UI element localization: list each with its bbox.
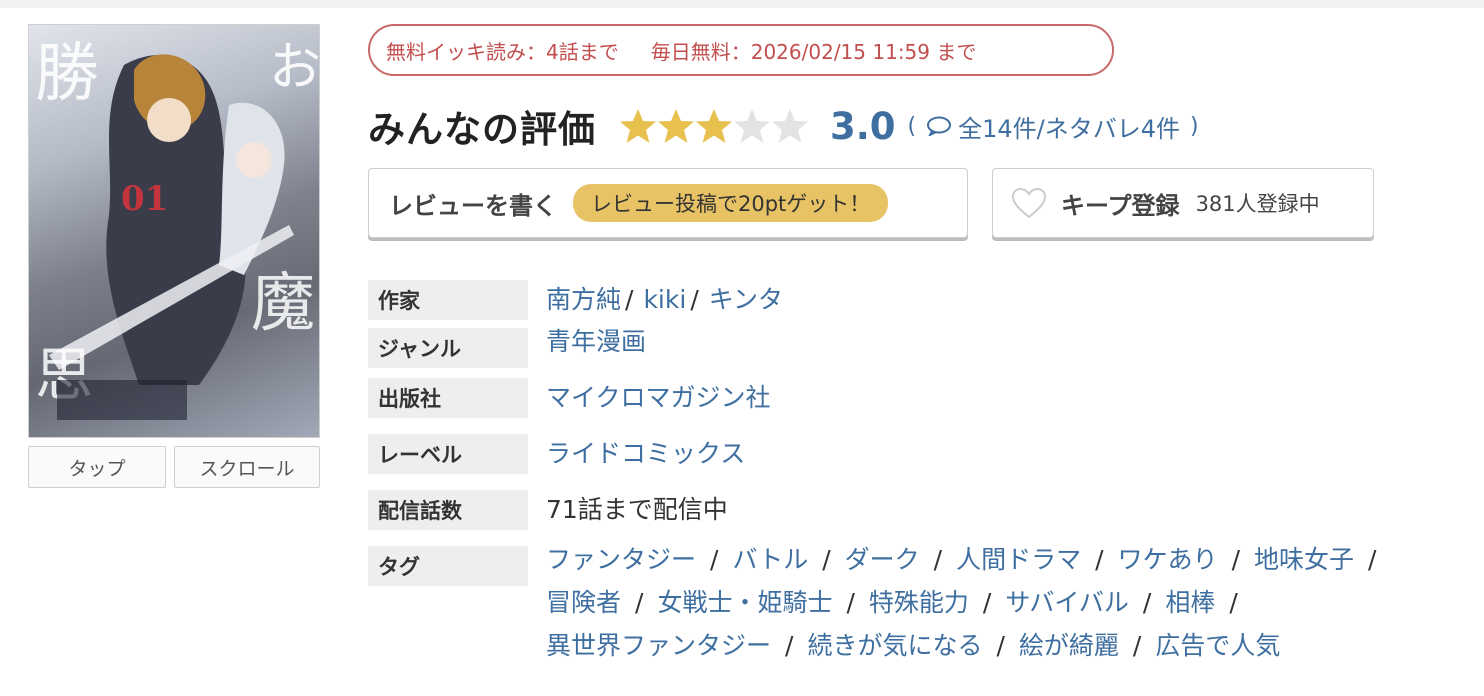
episodes-row: 配信話数 71話まで配信中 xyxy=(368,490,728,530)
cover-volume: 01 xyxy=(121,179,168,219)
tag-link[interactable]: 特殊能力 xyxy=(869,588,969,617)
genre-row: ジャンル 青年漫画 xyxy=(368,327,646,368)
tag-separator: / xyxy=(982,588,992,617)
comic-cover[interactable]: 01 勝 お 思 魔 xyxy=(28,24,320,438)
tag-line: 冒険者 / 女戦士・姫騎士 / 特殊能力 / サバイバル / 相棒 / xyxy=(546,581,1476,624)
tag-link[interactable]: ワケあり xyxy=(1118,545,1218,574)
tag-separator: / xyxy=(1095,545,1104,574)
star-filled-icon xyxy=(696,109,732,143)
write-review-button[interactable]: レビューを書く レビュー投稿で20ptゲット！ xyxy=(368,168,968,238)
rating-row: みんなの評価 3.0 ( 全14件/ネタバレ4件 ) xyxy=(368,98,1199,154)
review-count-link[interactable]: 全14件/ネタバレ4件 xyxy=(926,109,1180,144)
author-list: 南方純 / kiki / キンタ xyxy=(546,280,783,320)
tag-link[interactable]: ファンタジー xyxy=(546,545,696,574)
episodes-text: 71話まで配信中 xyxy=(546,495,728,524)
speech-bubble-icon xyxy=(927,116,952,136)
tag-separator: / xyxy=(846,588,855,617)
genre-label: ジャンル xyxy=(368,328,528,368)
star-filled-icon xyxy=(620,109,656,143)
svg-text:お: お xyxy=(269,38,320,98)
free-ikki-text: 無料イッキ読み：4話まで xyxy=(386,39,619,64)
tag-link[interactable]: バトル xyxy=(732,545,808,574)
tag-separator: / xyxy=(1142,588,1152,617)
imprint-label: レーベル xyxy=(368,434,528,474)
author-separator: / xyxy=(690,285,699,314)
author-link[interactable]: キンタ xyxy=(709,285,783,314)
tag-separator: / xyxy=(1132,631,1142,660)
tag-separator: / xyxy=(635,588,644,617)
tag-link[interactable]: 女戦士・姫騎士 xyxy=(657,588,832,617)
episodes-value: 71話まで配信中 xyxy=(546,490,728,530)
tag-link[interactable]: 冒険者 xyxy=(546,588,621,617)
star-rating xyxy=(618,106,808,146)
scroll-read-button[interactable]: スクロール xyxy=(174,446,320,488)
tag-link[interactable]: ダーク xyxy=(845,545,920,574)
tag-link[interactable]: 地味女子 xyxy=(1254,545,1354,574)
tag-separator: / xyxy=(1231,545,1241,574)
write-review-label: レビューを書く xyxy=(389,191,557,220)
publisher-value: マイクロマガジン社 xyxy=(546,378,771,418)
rating-score: 3.0 xyxy=(830,104,896,148)
heart-icon xyxy=(1011,187,1047,219)
rating-title: みんなの評価 xyxy=(368,108,596,151)
daily-free-text: 毎日無料：2026/02/15 11:59 まで xyxy=(650,39,977,64)
tag-separator: / xyxy=(1229,588,1238,617)
author-label: 作家 xyxy=(368,280,528,320)
star-empty-icon xyxy=(772,109,808,143)
tag-separator: / xyxy=(822,545,831,574)
review-bonus-pill: レビュー投稿で20ptゲット！ xyxy=(573,184,889,222)
free-reading-badge: 無料イッキ読み：4話まで 毎日無料：2026/02/15 11:59 まで xyxy=(368,24,1114,76)
keep-label: キープ登録 xyxy=(1061,191,1180,220)
tags-row: タグ xyxy=(368,546,528,586)
publisher-label: 出版社 xyxy=(368,378,528,418)
keep-button[interactable]: キープ登録 381人登録中 xyxy=(992,168,1374,238)
tag-link[interactable]: サバイバル xyxy=(1005,588,1129,617)
svg-text:魔: 魔 xyxy=(251,267,315,341)
close-paren: ) xyxy=(1190,113,1199,139)
tag-link[interactable]: 広告で人気 xyxy=(1155,631,1280,660)
star-empty-icon xyxy=(734,109,770,143)
author-separator: / xyxy=(625,285,634,314)
imprint-link[interactable]: ライドコミックス xyxy=(546,439,745,468)
imprint-value: ライドコミックス xyxy=(546,434,745,474)
publisher-row: 出版社 マイクロマガジン社 xyxy=(368,378,771,418)
keep-count: 381人登録中 xyxy=(1195,192,1320,216)
tap-read-button[interactable]: タップ xyxy=(28,446,166,488)
svg-text:勝: 勝 xyxy=(35,37,99,111)
tag-separator: / xyxy=(1368,545,1377,574)
tag-separator: / xyxy=(710,545,719,574)
tag-link[interactable]: 相棒 xyxy=(1165,588,1215,617)
genre-link[interactable]: 青年漫画 xyxy=(546,327,646,356)
tag-separator: / xyxy=(933,545,943,574)
top-divider xyxy=(0,0,1484,8)
imprint-row: レーベル ライドコミックス xyxy=(368,434,745,474)
tag-line: ファンタジー / バトル / ダーク / 人間ドラマ / ワケあり / 地味女子 / xyxy=(546,538,1476,581)
review-count-text: 全14件/ネタバレ4件 xyxy=(958,114,1181,143)
tag-link[interactable]: 続きが気になる xyxy=(807,631,982,660)
tag-link[interactable]: 異世界ファンタジー xyxy=(546,631,771,660)
tags-label: タグ xyxy=(368,546,528,586)
star-filled-icon xyxy=(658,109,694,143)
cover-art: 01 勝 お 思 魔 xyxy=(29,25,320,437)
author-row: 作家 南方純 / kiki / キンタ xyxy=(368,280,783,320)
publisher-link[interactable]: マイクロマガジン社 xyxy=(546,383,771,412)
genre-value: 青年漫画 xyxy=(546,322,646,368)
tag-separator: / xyxy=(785,631,794,660)
episodes-label: 配信話数 xyxy=(368,490,528,530)
tag-list: ファンタジー / バトル / ダーク / 人間ドラマ / ワケあり / 地味女子 / 冒険者 / 女戦士・姫… xyxy=(546,538,1476,667)
tag-link[interactable]: 人間ドラマ xyxy=(956,545,1081,574)
open-paren: ( xyxy=(907,113,917,139)
author-link[interactable]: 南方純 xyxy=(546,285,621,314)
author-link[interactable]: kiki xyxy=(643,285,686,314)
tag-link[interactable]: 絵が綺麗 xyxy=(1019,631,1119,660)
tag-separator: / xyxy=(996,631,1005,660)
tag-line: 異世界ファンタジー / 続きが気になる / 絵が綺麗 / 広告で人気 xyxy=(546,624,1476,667)
